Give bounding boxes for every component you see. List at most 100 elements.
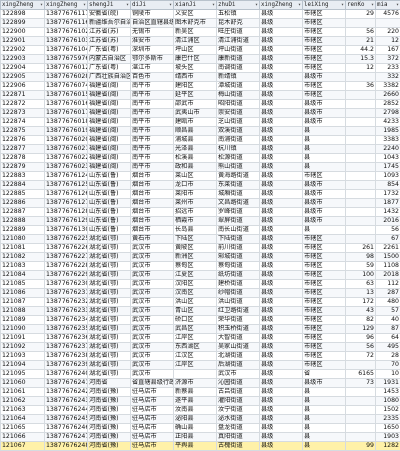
table-cell[interactable]: 县: [303, 154, 346, 163]
table-cell[interactable]: 县级: [260, 127, 303, 136]
table-cell[interactable]: 福建省(闽): [88, 163, 131, 172]
table-cell[interactable]: 双溪街道: [217, 127, 260, 136]
table-row[interactable]: 12290513877676028广西壮族自治区百色市靖西市新靖镇县级县级市33…: [1, 73, 400, 82]
table-cell[interactable]: 县级: [260, 316, 303, 325]
table-cell[interactable]: 233: [376, 64, 400, 73]
table-cell[interactable]: 县级: [260, 163, 303, 172]
table-cell[interactable]: 2335: [376, 415, 400, 424]
table-cell[interactable]: 1108: [376, 262, 400, 271]
table-row[interactable]: 12108113877676226湖北省(鄂)武汉市黄陂区前川街道县级市辖区26…: [1, 244, 400, 253]
table-cell[interactable]: 烟台市: [131, 199, 174, 208]
table-cell[interactable]: 67: [376, 235, 400, 244]
table-cell[interactable]: 县级: [260, 208, 303, 217]
table-row[interactable]: 12287413877676018福建省(闽)南平市建瓯市芝山街道县级县级市42…: [1, 118, 400, 127]
table-cell[interactable]: [346, 145, 376, 154]
table-cell[interactable]: 122883: [1, 172, 45, 181]
table-cell[interactable]: 湖北省(鄂): [88, 325, 131, 334]
table-cell[interactable]: 驻马店市: [131, 397, 174, 406]
table-row[interactable]: 12108313877676228湖北省(鄂)武汉市蔡甸区蔡甸街道县级市辖区59…: [1, 262, 400, 271]
table-cell[interactable]: 10: [376, 370, 400, 379]
table-cell[interactable]: 县级: [260, 172, 303, 181]
table-cell[interactable]: 县级市: [303, 217, 346, 226]
table-cell[interactable]: 13877676015: [45, 91, 88, 100]
table-cell[interactable]: 县级: [260, 73, 303, 82]
table-cell[interactable]: 县级: [260, 253, 303, 262]
table-cell[interactable]: 济源市: [174, 379, 217, 388]
table-cell[interactable]: 下陆街道: [217, 235, 260, 244]
table-cell[interactable]: 南调街道: [217, 64, 260, 73]
table-cell[interactable]: 市辖区: [303, 37, 346, 46]
table-cell[interactable]: 121081: [1, 244, 45, 253]
table-cell[interactable]: 湖北省(鄂): [88, 316, 131, 325]
table-cell[interactable]: 驻马店市: [131, 442, 174, 451]
table-cell[interactable]: 13877676245: [45, 415, 88, 424]
table-cell[interactable]: 县级: [260, 361, 303, 370]
table-cell[interactable]: 854: [376, 181, 400, 190]
table-cell[interactable]: 康巴什区: [174, 55, 217, 64]
table-cell[interactable]: [346, 415, 376, 424]
table-cell[interactable]: 13877676023: [45, 163, 88, 172]
table-cell[interactable]: 福建省(闽): [88, 82, 131, 91]
table-cell[interactable]: 1500: [376, 253, 400, 262]
table-cell[interactable]: 县级市: [303, 181, 346, 190]
table-cell[interactable]: 县级: [260, 271, 303, 280]
table-cell[interactable]: 1282: [376, 442, 400, 451]
table-cell[interactable]: 河南省(豫): [88, 442, 131, 451]
table-cell[interactable]: 后湖街道: [217, 361, 260, 370]
table-cell[interactable]: 市辖区: [303, 235, 346, 244]
table-row[interactable]: 12287313877676017福建省(闽)南平市武夷山市崇安街道县级县级市2…: [1, 109, 400, 118]
table-cell[interactable]: 122877: [1, 145, 45, 154]
sort-arrow-icon[interactable]: ▾: [298, 2, 301, 8]
table-cell[interactable]: 122889: [1, 226, 45, 235]
table-row[interactable]: 12106613877676247河南省(豫)驻马店市正阳县真阳街道县级县190…: [1, 433, 400, 442]
table-cell[interactable]: 98: [346, 253, 376, 262]
table-cell[interactable]: 13877676232: [45, 298, 88, 307]
table-cell[interactable]: 武汉市: [131, 244, 174, 253]
table-cell[interactable]: 浦城县: [174, 136, 217, 145]
table-cell[interactable]: 21: [346, 37, 376, 46]
table-cell[interactable]: 13877676236: [45, 334, 88, 343]
table-cell[interactable]: 2016: [376, 217, 400, 226]
table-cell[interactable]: 13877676127: [45, 199, 88, 208]
table-cell[interactable]: 3383: [376, 136, 400, 145]
table-cell[interactable]: 13877676230: [45, 280, 88, 289]
table-cell[interactable]: 县级: [260, 442, 303, 451]
table-cell[interactable]: 1432: [376, 208, 400, 217]
table-cell[interactable]: 县: [303, 442, 346, 451]
table-cell[interactable]: 昆木舒克: [217, 19, 260, 28]
table-cell[interactable]: 松源街道: [217, 154, 260, 163]
table-cell[interactable]: 县级: [260, 370, 303, 379]
table-cell[interactable]: 南平市: [131, 118, 174, 127]
table-cell[interactable]: 湖北省(鄂): [88, 271, 131, 280]
table-cell[interactable]: 江苏省(苏): [88, 37, 131, 46]
table-cell[interactable]: 332: [376, 73, 400, 82]
table-row[interactable]: 12287713877676021福建省(闽)南平市光泽县杭川镇县级县2240: [1, 145, 400, 154]
table-cell[interactable]: 自治区直辖县级行政区: [131, 19, 174, 28]
table-row[interactable]: 12287913877676023福建省(闽)南平市政和县熊山街道县级县1745: [1, 163, 400, 172]
table-cell[interactable]: 县级: [260, 154, 303, 163]
table-cell[interactable]: 县级: [260, 37, 303, 46]
table-cell[interactable]: 市辖区: [303, 262, 346, 271]
table-cell[interactable]: 13877676124: [45, 172, 88, 181]
table-cell[interactable]: 驻马店市: [131, 415, 174, 424]
table-cell[interactable]: 122888: [1, 217, 45, 226]
table-row[interactable]: 12106713877676248河南省(豫)驻马店市平舆县古槐街道县级县991…: [1, 442, 400, 451]
table-cell[interactable]: 13877676103: [45, 37, 88, 46]
table-cell[interactable]: 13877676240: [45, 370, 88, 379]
table-cell[interactable]: 平舆县: [174, 442, 217, 451]
table-cell[interactable]: 福建省(闽): [88, 154, 131, 163]
table-cell[interactable]: 县级: [260, 55, 303, 64]
table-cell[interactable]: 13877675976: [45, 55, 88, 64]
table-row[interactable]: 12288313877676124山东省(鲁)烟台市莱山区黄海路街道县级市辖区1…: [1, 172, 400, 181]
table-cell[interactable]: 121062: [1, 397, 45, 406]
table-cell[interactable]: 翠屏街道: [217, 217, 260, 226]
table-cell[interactable]: 70: [376, 361, 400, 370]
table-row[interactable]: 12290613877676074福建省(闽)南平市建阳区潭城街道县级市辖区36…: [1, 82, 400, 91]
table-cell[interactable]: 县级: [260, 235, 303, 244]
table-cell[interactable]: 栖霞市: [174, 217, 217, 226]
table-cell[interactable]: 县级: [260, 82, 303, 91]
table-cell[interactable]: [346, 154, 376, 163]
table-row[interactable]: 12109213877676237湖北省(鄂)武汉市东西湖区吴家山街道县级市辖区…: [1, 343, 400, 352]
table-cell[interactable]: 烟台市: [131, 226, 174, 235]
table-cell[interactable]: 261: [346, 244, 376, 253]
